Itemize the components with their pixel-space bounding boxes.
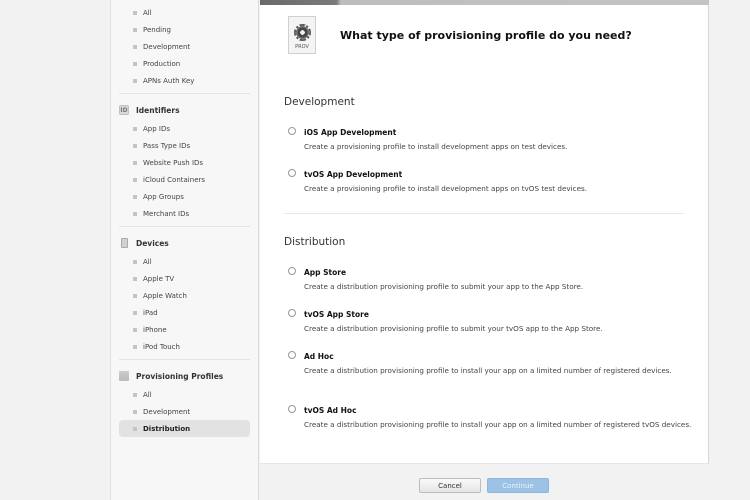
- provisioning-group: Provisioning Profiles All Development Di…: [119, 366, 250, 441]
- devices-header[interactable]: Devices: [119, 233, 250, 253]
- bullet-icon: [133, 259, 137, 264]
- sidebar-item-ipad[interactable]: iPad: [119, 304, 250, 321]
- sidebar-item-apns-auth-key[interactable]: APNs Auth Key: [119, 72, 250, 89]
- option-description: Create a distribution provisioning profi…: [304, 324, 603, 333]
- radio-app-store[interactable]: [288, 267, 296, 275]
- sidebar-item-certificates-all[interactable]: All: [119, 4, 250, 21]
- bullet-icon: [133, 327, 137, 332]
- bullet-icon: [133, 194, 137, 199]
- option-label: iOS App Development: [304, 128, 397, 137]
- option-label: App Store: [304, 268, 347, 277]
- sidebar-item-merchant-ids[interactable]: Merchant IDs: [119, 205, 250, 222]
- sidebar-item-devices-all[interactable]: All: [119, 253, 250, 270]
- sidebar-item-website-push-ids[interactable]: Website Push IDs: [119, 154, 250, 171]
- sidebar-item-pass-type-ids[interactable]: Pass Type IDs: [119, 137, 250, 154]
- bullet-icon: [133, 293, 137, 298]
- section-title-distribution: Distribution: [284, 236, 346, 248]
- option-label: tvOS App Development: [304, 170, 403, 179]
- devices-group: Devices All Apple TV Apple Watch iPad iP…: [119, 233, 250, 360]
- bullet-icon: [133, 392, 137, 397]
- sidebar-item-ipod-touch[interactable]: iPod Touch: [119, 338, 250, 355]
- option-description: Create a distribution provisioning profi…: [304, 420, 692, 429]
- section-title-development: Development: [284, 96, 355, 108]
- sidebar: All Pending Development Production APNs …: [110, 0, 259, 500]
- bullet-icon: [133, 78, 137, 83]
- bullet-icon: [133, 27, 137, 32]
- sidebar-item-app-groups[interactable]: App Groups: [119, 188, 250, 205]
- option-label: tvOS Ad Hoc: [304, 406, 357, 415]
- option-description: Create a provisioning profile to install…: [304, 184, 588, 193]
- radio-tvos-app-store[interactable]: [288, 309, 296, 317]
- radio-ad-hoc[interactable]: [288, 351, 296, 359]
- main-panel: PROV What type of provisioning profile d…: [260, 0, 709, 500]
- option-description: Create a distribution provisioning profi…: [304, 366, 672, 375]
- bullet-icon: [133, 426, 137, 431]
- id-card-icon: ID: [119, 105, 129, 115]
- sidebar-item-profiles-development[interactable]: Development: [119, 403, 250, 420]
- bullet-icon: [133, 211, 137, 216]
- sidebar-item-apple-watch[interactable]: Apple Watch: [119, 287, 250, 304]
- sidebar-item-icloud-containers[interactable]: iCloud Containers: [119, 171, 250, 188]
- option-description: Create a provisioning profile to install…: [304, 142, 568, 151]
- sidebar-item-profiles-distribution[interactable]: Distribution: [119, 420, 250, 437]
- divider: [284, 213, 684, 214]
- page-background: [710, 0, 750, 500]
- sidebar-item-app-ids[interactable]: App IDs: [119, 120, 250, 137]
- bullet-icon: [133, 44, 137, 49]
- distribution-section: Distribution: [284, 236, 684, 248]
- bullet-icon: [133, 276, 137, 281]
- device-icon: [121, 238, 128, 248]
- identifiers-group: ID Identifiers App IDs Pass Type IDs Webs…: [119, 100, 250, 227]
- bullet-icon: [133, 160, 137, 165]
- bullet-icon: [133, 310, 137, 315]
- provisioning-profile-icon: [119, 371, 129, 381]
- bullet-icon: [133, 143, 137, 148]
- development-section: Development: [284, 96, 684, 108]
- option-description: Create a distribution provisioning profi…: [304, 282, 584, 291]
- form-footer: Cancel Continue: [260, 463, 709, 500]
- gear-icon: [294, 24, 311, 41]
- progress-bar: [260, 0, 709, 5]
- identifiers-header[interactable]: ID Identifiers: [119, 100, 250, 120]
- cancel-button[interactable]: Cancel: [419, 478, 481, 493]
- radio-tvos-ad-hoc[interactable]: [288, 405, 296, 413]
- bullet-icon: [133, 10, 137, 15]
- radio-tvos-app-development[interactable]: [288, 169, 296, 177]
- page-header: PROV What type of provisioning profile d…: [288, 16, 632, 54]
- certificates-group: All Pending Development Production APNs …: [119, 0, 250, 94]
- sidebar-item-apple-tv[interactable]: Apple TV: [119, 270, 250, 287]
- page-title: What type of provisioning profile do you…: [340, 28, 632, 42]
- option-label: Ad Hoc: [304, 352, 334, 361]
- bullet-icon: [133, 409, 137, 414]
- bullet-icon: [133, 177, 137, 182]
- bullet-icon: [133, 126, 137, 131]
- radio-ios-app-development[interactable]: [288, 127, 296, 135]
- continue-button[interactable]: Continue: [487, 478, 549, 493]
- bullet-icon: [133, 61, 137, 66]
- sidebar-item-profiles-all[interactable]: All: [119, 386, 250, 403]
- option-label: tvOS App Store: [304, 310, 369, 319]
- sidebar-item-iphone[interactable]: iPhone: [119, 321, 250, 338]
- bullet-icon: [133, 344, 137, 349]
- sidebar-item-certificates-production[interactable]: Production: [119, 55, 250, 72]
- sidebar-item-certificates-pending[interactable]: Pending: [119, 21, 250, 38]
- sidebar-item-certificates-development[interactable]: Development: [119, 38, 250, 55]
- provisioning-profile-file-icon: PROV: [288, 16, 316, 54]
- provisioning-header[interactable]: Provisioning Profiles: [119, 366, 250, 386]
